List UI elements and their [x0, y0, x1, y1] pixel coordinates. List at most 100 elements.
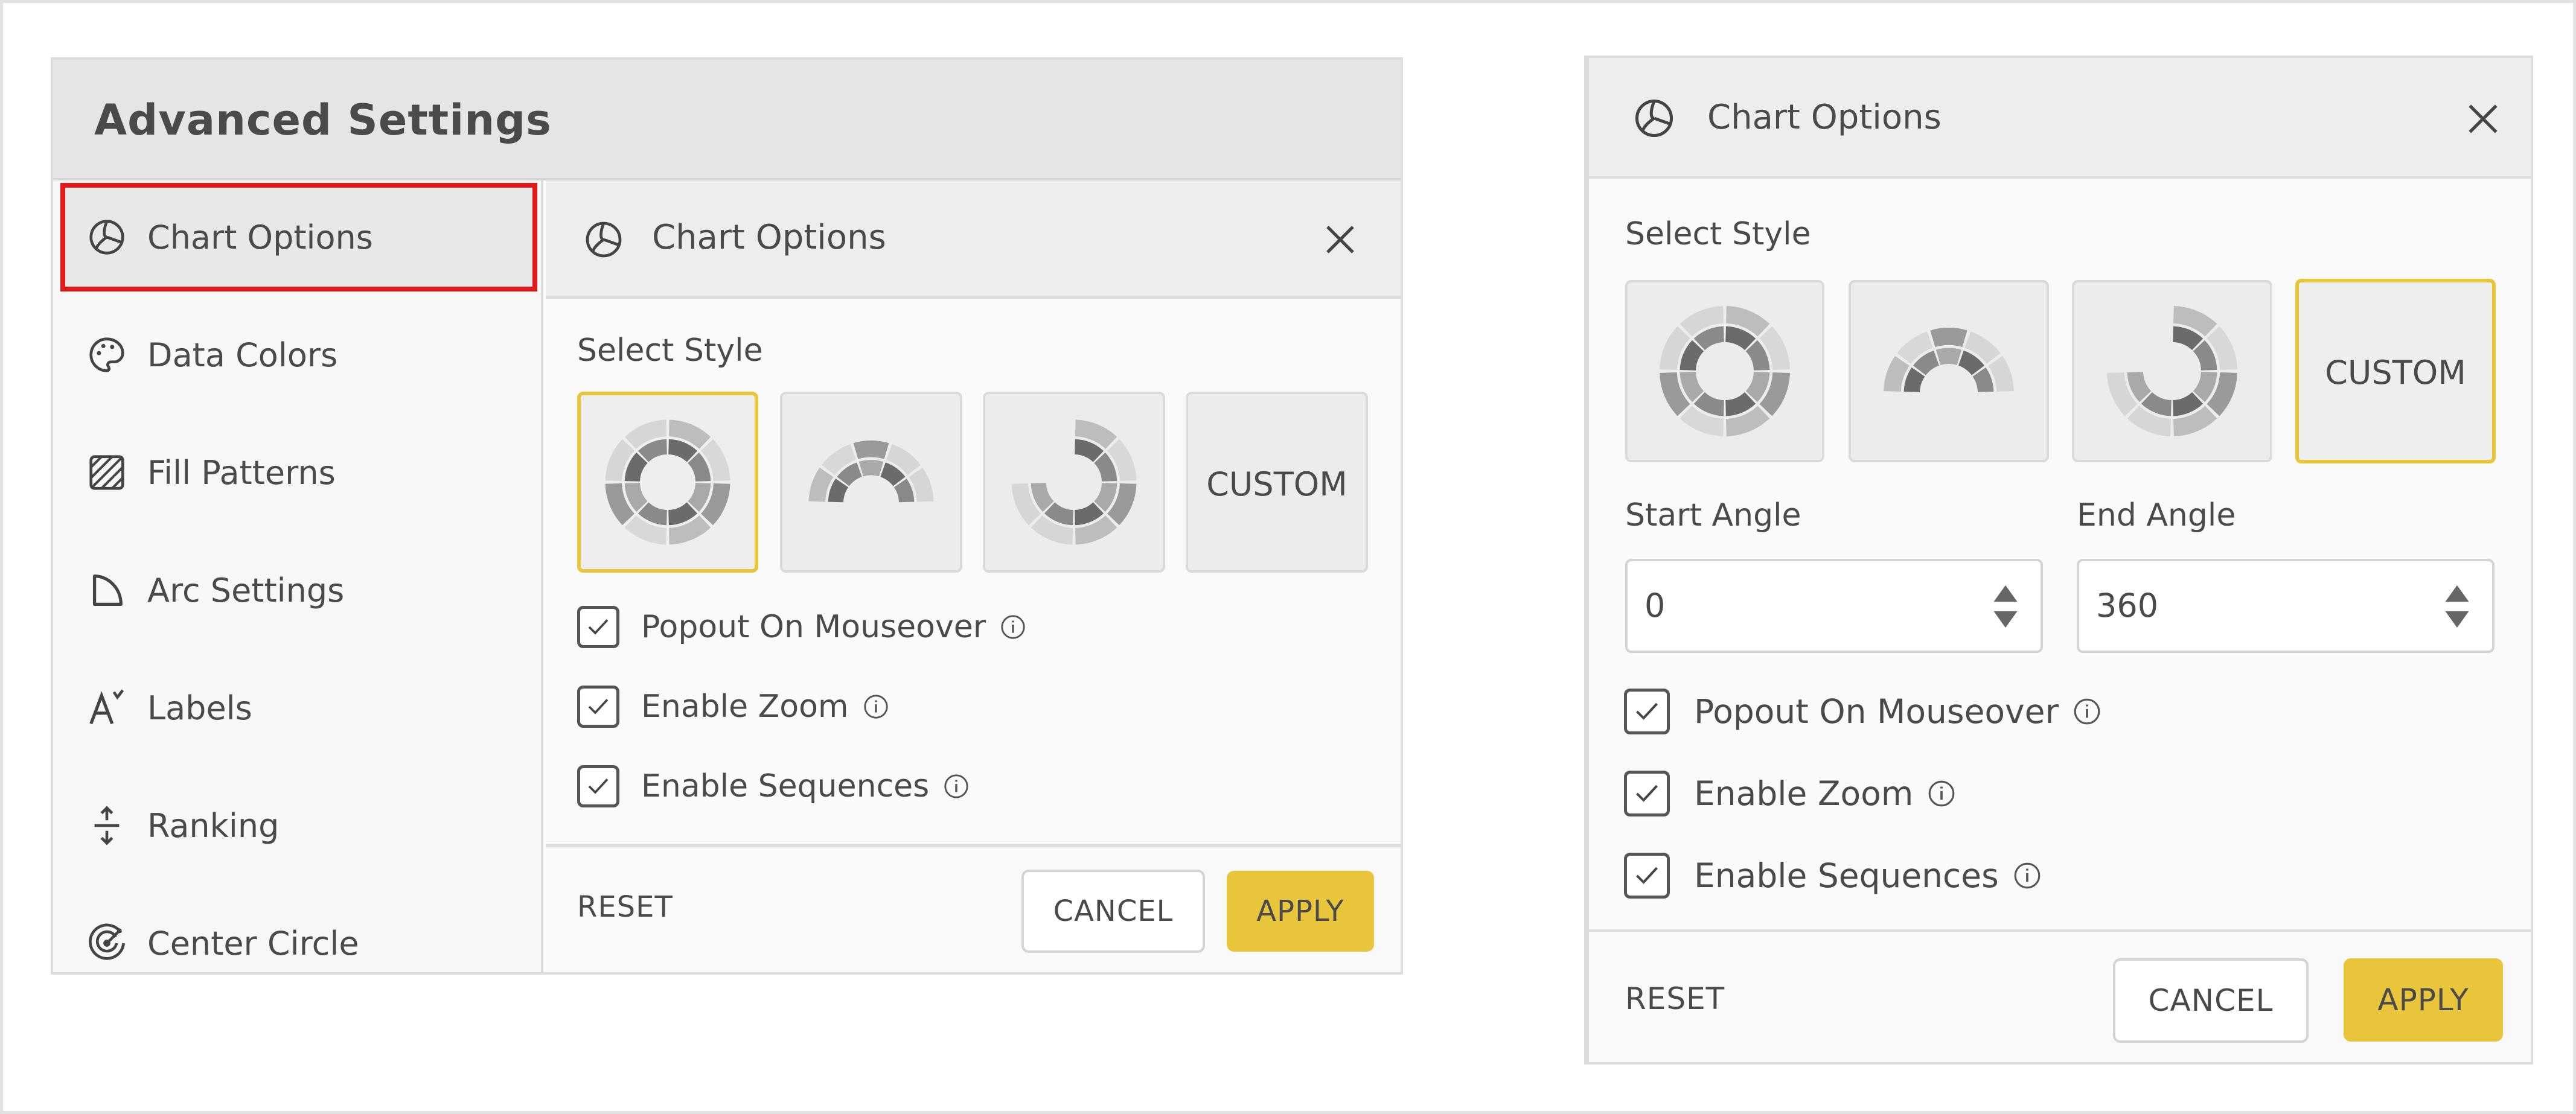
- reset-button[interactable]: RESET: [1625, 981, 1725, 1016]
- enable-zoom-row[interactable]: Enable Zoom: [577, 683, 890, 731]
- info-icon[interactable]: [942, 772, 970, 800]
- advanced-settings-title: Advanced Settings: [94, 95, 552, 145]
- checkmark-icon: [1636, 702, 1658, 720]
- sunburst-segment: [1930, 328, 1967, 348]
- style-option-semi-sunburst[interactable]: [780, 392, 962, 573]
- chart-options-title: Chart Options: [1707, 98, 1942, 137]
- enable-zoom-label: Enable Zoom: [641, 689, 849, 725]
- enable-zoom-checkbox[interactable]: [577, 686, 619, 728]
- popout-on-mouseover-label: Popout On Mouseover: [641, 609, 986, 645]
- style-option-semi-sunburst[interactable]: [1849, 280, 2049, 462]
- full-sunburst-icon: [1660, 306, 1790, 436]
- start-angle-value: 0: [1644, 587, 1666, 625]
- three-quarter-sunburst-icon: [2107, 306, 2237, 436]
- enable-sequences-checkbox[interactable]: [577, 765, 619, 807]
- apply-button[interactable]: APPLY: [2344, 958, 2503, 1042]
- popout-on-mouseover-row[interactable]: Popout On Mouseover: [1624, 686, 2102, 737]
- info-icon[interactable]: [862, 693, 890, 721]
- popout-on-mouseover-row[interactable]: Popout On Mouseover: [577, 603, 1027, 651]
- enable-sequences-row[interactable]: Enable Sequences: [577, 762, 970, 810]
- chart-options-icon: [1635, 99, 1673, 138]
- enable-zoom-checkbox[interactable]: [1624, 771, 1670, 816]
- checkmark-icon: [588, 778, 609, 794]
- checkmark-icon: [588, 619, 609, 635]
- enable-sequences-label: Enable Sequences: [641, 768, 930, 804]
- close-icon[interactable]: [2466, 101, 2501, 136]
- sidebar-item-label: Data Colors: [147, 336, 338, 374]
- chart-options-footer: RESET CANCEL APPLY: [546, 844, 1401, 972]
- enable-sequences-row[interactable]: Enable Sequences: [1624, 850, 2042, 902]
- sidebar-item-arc-settings[interactable]: Arc Settings: [60, 536, 537, 645]
- label-text-icon: [89, 689, 124, 725]
- chart-options-footer: RESET CANCEL APPLY: [1589, 929, 2531, 1062]
- sidebar-item-label: Ranking: [147, 806, 280, 845]
- style-option-custom[interactable]: CUSTOM: [1186, 392, 1368, 573]
- info-icon[interactable]: [2012, 861, 2042, 891]
- popout-on-mouseover-checkbox[interactable]: [577, 606, 619, 648]
- semi-sunburst-icon: [1884, 328, 2014, 392]
- center-circle-icon: [89, 923, 126, 960]
- close-icon[interactable]: [1323, 223, 1357, 256]
- semi-sunburst-icon: [808, 441, 934, 503]
- full-sunburst-icon: [605, 419, 730, 545]
- spinner-arrows-icon[interactable]: [2443, 581, 2472, 632]
- start-angle-input[interactable]: 0: [1625, 559, 2043, 653]
- settings-sidebar: Chart Options Data Colors Fill Patterns …: [53, 180, 543, 972]
- enable-zoom-row[interactable]: Enable Zoom: [1624, 768, 1957, 820]
- enable-sequences-checkbox[interactable]: [1624, 853, 1670, 899]
- chart-options-header: Chart Options: [546, 180, 1401, 299]
- checkmark-icon: [1636, 785, 1658, 802]
- select-style-label: Select Style: [1625, 216, 1811, 252]
- sidebar-item-label: Center Circle: [147, 924, 359, 963]
- sidebar-item-label: Fill Patterns: [147, 453, 336, 492]
- cancel-button[interactable]: CANCEL: [2113, 958, 2309, 1043]
- hatch-pattern-icon: [89, 455, 124, 490]
- advanced-settings-dialog: Advanced Settings Chart Options Data Col…: [51, 57, 1403, 975]
- custom-style-label: CUSTOM: [1206, 465, 1347, 503]
- end-angle-value: 360: [2096, 587, 2159, 625]
- checkmark-icon: [1636, 867, 1658, 884]
- chart-options-header: Chart Options: [1589, 58, 2531, 179]
- ranking-icon: [94, 806, 120, 845]
- sunburst-segment: [853, 441, 889, 459]
- sidebar-item-label: Labels: [147, 689, 252, 727]
- popout-on-mouseover-checkbox[interactable]: [1624, 689, 1670, 734]
- checkmark-icon: [588, 699, 609, 715]
- sunburst-segment: [1935, 348, 1962, 365]
- sidebar-item-chart-options[interactable]: Chart Options: [60, 183, 537, 291]
- end-angle-input[interactable]: 360: [2077, 559, 2495, 653]
- sunburst-segment: [858, 460, 884, 477]
- sidebar-item-labels[interactable]: Labels: [60, 654, 537, 762]
- style-option-full-sunburst[interactable]: [577, 392, 758, 573]
- info-icon[interactable]: [1926, 778, 1957, 809]
- sidebar-item-label: Chart Options: [147, 218, 373, 256]
- cancel-button[interactable]: CANCEL: [1021, 870, 1205, 953]
- apply-button[interactable]: APPLY: [1227, 871, 1374, 952]
- popout-on-mouseover-label: Popout On Mouseover: [1694, 692, 2059, 731]
- sidebar-item-ranking[interactable]: Ranking: [60, 771, 537, 880]
- style-option-custom[interactable]: CUSTOM: [2295, 279, 2496, 463]
- custom-style-label: CUSTOM: [2325, 354, 2466, 392]
- chart-options-icon: [586, 221, 622, 258]
- spinner-arrows-icon[interactable]: [1991, 581, 2020, 632]
- sidebar-item-center-circle[interactable]: Center Circle: [60, 889, 537, 972]
- end-angle-label: End Angle: [2077, 497, 2236, 533]
- sidebar-item-fill-patterns[interactable]: Fill Patterns: [60, 418, 537, 527]
- palette-icon: [89, 337, 124, 372]
- sidebar-item-data-colors[interactable]: Data Colors: [60, 301, 537, 409]
- chart-options-icon: [89, 220, 124, 255]
- chart-options-title: Chart Options: [652, 218, 886, 257]
- three-quarter-sunburst-icon: [1011, 419, 1137, 545]
- enable-zoom-label: Enable Zoom: [1694, 774, 1914, 813]
- chart-options-panel: Chart Options Select Style CUSTOM Popout…: [546, 180, 1401, 972]
- arc-icon: [92, 575, 123, 606]
- style-option-full-sunburst[interactable]: [1625, 280, 1824, 462]
- style-option-three-quarter-sunburst[interactable]: [2072, 280, 2272, 462]
- sidebar-item-label: Arc Settings: [147, 571, 345, 610]
- reset-button[interactable]: RESET: [577, 890, 673, 924]
- enable-sequences-label: Enable Sequences: [1694, 856, 1999, 895]
- style-option-three-quarter-sunburst[interactable]: [983, 392, 1165, 573]
- select-style-label: Select Style: [577, 333, 763, 369]
- info-icon[interactable]: [999, 613, 1027, 641]
- info-icon[interactable]: [2072, 696, 2102, 727]
